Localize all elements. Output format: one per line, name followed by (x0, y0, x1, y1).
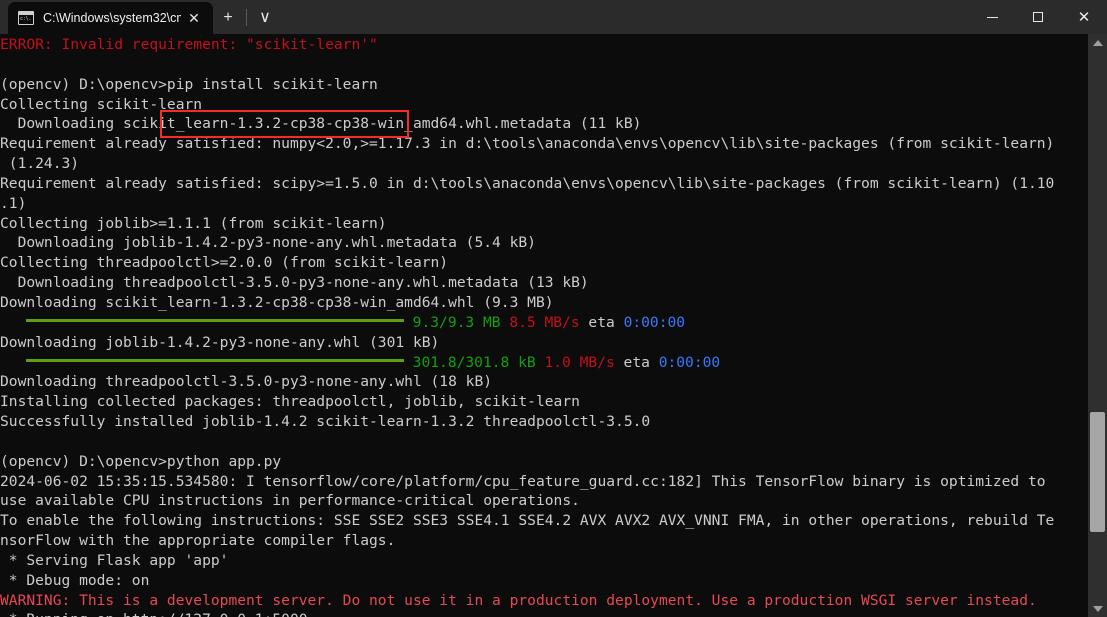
line-segment: 0:00:00 (659, 354, 721, 371)
line-segment: 301.8/301.8 kB (404, 354, 536, 371)
terminal-line: * Serving Flask app 'app' (0, 551, 1085, 571)
minimize-button[interactable] (969, 0, 1015, 34)
terminal-line: (1.24.3) (0, 154, 1085, 174)
terminal-line: ERROR: Invalid requirement: "scikit-lear… (0, 35, 1085, 55)
line-segment: WARNING: This is a development server. D… (0, 592, 1037, 609)
triangle-up (1093, 40, 1103, 46)
terminal-line: use available CPU instructions in perfor… (0, 491, 1085, 511)
new-tab-button[interactable]: + (213, 2, 243, 34)
line-segment: Requirement already satisfied: scipy>=1.… (0, 175, 1054, 192)
close-icon[interactable]: ✕ (181, 5, 207, 31)
line-segment: eta (615, 354, 659, 371)
terminal-line: * Debug mode: on (0, 571, 1085, 591)
terminal-line: Collecting threadpoolctl>=2.0.0 (from sc… (0, 253, 1085, 273)
line-segment: Downloading threadpoolctl-3.5.0-py3-none… (0, 373, 492, 390)
line-segment: 9.3/9.3 MB (404, 314, 501, 331)
scrollbar-thumb[interactable] (1090, 412, 1105, 532)
console-icon (18, 11, 34, 25)
line-segment: ERROR: Invalid requirement: "scikit-lear… (0, 36, 378, 53)
terminal-line: Downloading threadpoolctl-3.5.0-py3-none… (0, 372, 1085, 392)
line-segment: Downloading scikit_learn-1.3.2-cp38-cp38… (0, 294, 554, 311)
maximize-icon (1033, 12, 1043, 22)
close-window-icon: ✕ (1078, 10, 1091, 25)
terminal-output-area[interactable]: ERROR: Invalid requirement: "scikit-lear… (0, 34, 1107, 617)
line-segment: (1.24.3) (0, 155, 79, 172)
line-segment: * Debug mode: on (0, 572, 149, 589)
terminal-line: Downloading joblib-1.4.2-py3-none-any.wh… (0, 233, 1085, 253)
terminal-line: Collecting joblib>=1.1.1 (from scikit-le… (0, 214, 1085, 234)
line-segment: Requirement already satisfied: numpy<2.0… (0, 135, 1054, 152)
terminal-line: Requirement already satisfied: numpy<2.0… (0, 134, 1085, 154)
line-segment: eta (580, 314, 624, 331)
window-close-button[interactable]: ✕ (1061, 0, 1107, 34)
terminal-line: Requirement already satisfied: scipy>=1.… (0, 174, 1085, 194)
terminal-line (0, 55, 1085, 75)
terminal-lines: ERROR: Invalid requirement: "scikit-lear… (0, 35, 1085, 617)
line-segment: 2024-06-02 15:35:15.534580: I tensorflow… (0, 473, 1046, 490)
minimize-icon (987, 17, 998, 18)
title-bar: C:\Windows\system32\cmd.e ✕ + ∨ ✕ (0, 0, 1107, 34)
line-indent (0, 314, 26, 331)
line-segment: To enable the following instructions: SS… (0, 512, 1054, 529)
line-segment: 1.0 MB/s (536, 354, 615, 371)
line-segment: 8.5 MB/s (501, 314, 580, 331)
terminal-line: Downloading scikit_learn-1.3.2-cp38-cp38… (0, 114, 1085, 134)
terminal-line (0, 432, 1085, 452)
toolbar-divider (246, 9, 247, 26)
line-segment: Downloading joblib-1.4.2-py3-none-any.wh… (0, 334, 439, 351)
terminal-line: Successfully installed joblib-1.4.2 scik… (0, 412, 1085, 432)
terminal-line: 301.8/301.8 kB 1.0 MB/s eta 0:00:00 (0, 353, 1085, 373)
line-segment: Successfully installed joblib-1.4.2 scik… (0, 413, 650, 430)
line-segment: .1) (0, 195, 26, 212)
terminal-line: To enable the following instructions: SS… (0, 511, 1085, 531)
line-segment: (opencv) D:\opencv>python app.py (0, 453, 281, 470)
terminal-line: Installing collected packages: threadpoo… (0, 392, 1085, 412)
maximize-button[interactable] (1015, 0, 1061, 34)
scroll-up-icon[interactable] (1088, 34, 1107, 51)
progress-bar (26, 319, 404, 322)
terminal-line: WARNING: This is a development server. D… (0, 591, 1085, 611)
terminal-line: (opencv) D:\opencv>pip install scikit-le… (0, 75, 1085, 95)
terminal-tab[interactable]: C:\Windows\system32\cmd.e ✕ (8, 2, 213, 34)
terminal-line: 9.3/9.3 MB 8.5 MB/s eta 0:00:00 (0, 313, 1085, 333)
tab-title: C:\Windows\system32\cmd.e (43, 11, 181, 25)
line-segment: Installing collected packages: threadpoo… (0, 393, 580, 410)
line-segment: 0:00:00 (624, 314, 686, 331)
terminal-line: Downloading scikit_learn-1.3.2-cp38-cp38… (0, 293, 1085, 313)
terminal-line: 2024-06-02 15:35:15.534580: I tensorflow… (0, 472, 1085, 492)
scroll-down-icon[interactable] (1088, 600, 1107, 617)
line-segment: * Running on http://127.0.0.1:5000 (0, 611, 308, 617)
line-segment: Downloading threadpoolctl-3.5.0-py3-none… (0, 274, 589, 291)
line-segment: (opencv) D:\opencv>pip install scikit-le… (0, 76, 378, 93)
terminal-line: * Running on http://127.0.0.1:5000 (0, 610, 1085, 617)
line-segment: nsorFlow with the appropriate compiler f… (0, 532, 395, 549)
vertical-scrollbar[interactable] (1088, 34, 1107, 617)
line-indent (0, 354, 26, 371)
terminal-line: Collecting scikit-learn (0, 95, 1085, 115)
terminal-line: (opencv) D:\opencv>python app.py (0, 452, 1085, 472)
window-controls: ✕ (969, 0, 1107, 34)
triangle-down (1093, 606, 1103, 612)
terminal-line: Downloading threadpoolctl-3.5.0-py3-none… (0, 273, 1085, 293)
terminal-line: nsorFlow with the appropriate compiler f… (0, 531, 1085, 551)
line-segment: Downloading scikit_learn-1.3.2-cp38-cp38… (0, 115, 641, 132)
line-segment: use available CPU instructions in perfor… (0, 492, 580, 509)
line-segment: Collecting joblib>=1.1.1 (from scikit-le… (0, 215, 387, 232)
chevron-down-icon[interactable]: ∨ (250, 2, 280, 34)
progress-bar (26, 359, 404, 362)
line-segment: * Serving Flask app 'app' (0, 552, 228, 569)
terminal-line: Downloading joblib-1.4.2-py3-none-any.wh… (0, 333, 1085, 353)
line-segment: Collecting scikit-learn (0, 96, 202, 113)
line-segment: Downloading joblib-1.4.2-py3-none-any.wh… (0, 234, 536, 251)
terminal-line: .1) (0, 194, 1085, 214)
line-segment: Collecting threadpoolctl>=2.0.0 (from sc… (0, 254, 448, 271)
